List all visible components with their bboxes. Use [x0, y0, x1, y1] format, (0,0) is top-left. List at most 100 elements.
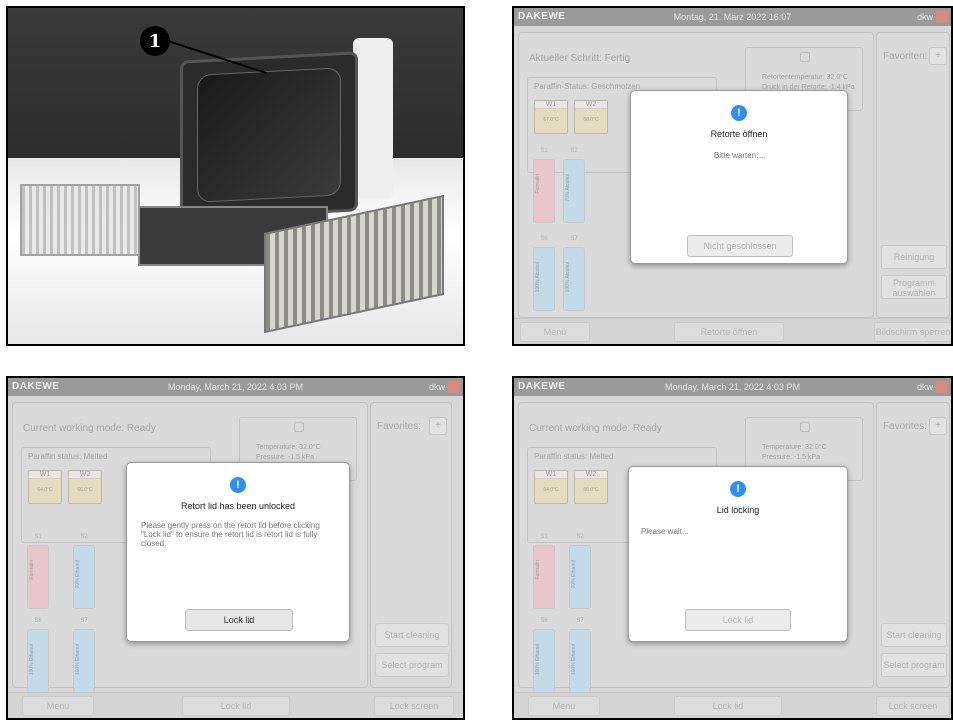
- menu-button[interactable]: Menu: [22, 696, 94, 716]
- reagent-bottle-s6[interactable]: S6 100% Alcohol: [533, 236, 555, 311]
- favorites-label: Favoriten:: [883, 51, 928, 62]
- reagent-bottle-s2[interactable]: S2 70% Ethanol: [569, 534, 591, 609]
- lid-unlocked-dialog: ! Retort lid has been unlocked Please ge…: [126, 462, 350, 642]
- wax-bath-w1[interactable]: W1 64.0°C: [28, 470, 62, 504]
- logout-icon[interactable]: [448, 381, 460, 393]
- bottle-reagent: 100% Alcohol: [565, 262, 571, 293]
- select-program-button[interactable]: Select program: [375, 653, 449, 677]
- wax-bath-w2[interactable]: W2 66.0°C: [574, 470, 608, 504]
- cassette-basket-left: [20, 184, 140, 256]
- top-bar: DAKEWE Monday, March 21, 2022 4:03 PM dk…: [514, 378, 951, 396]
- start-cleaning-button[interactable]: Reinigung starten: [881, 245, 947, 284]
- wax-bath-w1[interactable]: W1 64.0°C: [534, 470, 568, 504]
- bottle-reagent: 70% Alcohol: [565, 174, 571, 202]
- dialog-message: Please wait...: [641, 527, 689, 536]
- open-retort-button[interactable]: Retorte öffnen: [674, 322, 784, 342]
- lid-locking-dialog: ! Lid locking Please wait... Lock lid: [628, 466, 848, 642]
- user-name: dkw: [916, 382, 933, 392]
- bottle-reagent: Formalin: [535, 174, 541, 194]
- menu-button[interactable]: Menü: [520, 322, 590, 342]
- retort-photo: 1: [6, 6, 465, 346]
- start-cleaning-button[interactable]: Start cleaning: [375, 623, 449, 647]
- wax-temp: 64.0°C: [37, 487, 53, 493]
- logout-icon[interactable]: [936, 381, 948, 393]
- retort-temperature: Temperature: 32.0°C: [256, 444, 321, 451]
- working-mode: Current working mode: Ready: [529, 423, 662, 434]
- reagent-bottle-s7[interactable]: S7 100% Alcohol: [563, 236, 585, 311]
- bottle-reagent: 100% Alcohol: [535, 262, 541, 293]
- screen-lid-unlocked: DAKEWE Monday, March 21, 2022 4:03 PM dk…: [6, 376, 465, 720]
- working-mode: Aktueller Schritt: Fertig: [529, 53, 631, 64]
- lock-lid-button[interactable]: Lock lid: [185, 609, 293, 631]
- menu-button[interactable]: Menu: [528, 696, 600, 716]
- reagent-bottle-s2[interactable]: S2 70% Ethanol: [73, 534, 95, 609]
- wax-bath-w2[interactable]: W2 68.0°C: [574, 100, 608, 134]
- dialog-message: Please gently press on the retort lid be…: [141, 521, 320, 548]
- bottle-reagent: 100% Ethanol: [571, 644, 577, 676]
- wax-bath-w2[interactable]: W2 66.0°C: [68, 470, 102, 504]
- retort-temperature: Temperature: 32.0°C: [762, 444, 827, 451]
- select-program-line2: auswählen: [892, 288, 936, 298]
- lock-lid-footer-button[interactable]: Lock lid: [674, 696, 782, 716]
- wax-temp: 66.0°C: [583, 487, 599, 493]
- reagent-bottle-s7[interactable]: S7 100% Ethanol: [73, 618, 95, 693]
- retort-temperature: Retortentemperatur: 32.0°C: [762, 74, 849, 81]
- wax-temp: 64.0°C: [543, 487, 559, 493]
- bottle-reagent: 100% Ethanol: [75, 644, 81, 676]
- datetime: Monday, March 21, 2022 4:03 PM: [168, 382, 303, 392]
- reagent-bottle-s2[interactable]: S2 70% Alcohol: [563, 148, 585, 223]
- dialog-title: Retorte öffnen: [710, 129, 768, 139]
- lock-screen-button[interactable]: Lock screen: [374, 696, 454, 716]
- reagent-bottle-s6[interactable]: S6 100% Ethanol: [533, 618, 555, 693]
- not-closed-button[interactable]: Nicht geschlossen: [687, 235, 793, 257]
- bottle-label: S6: [540, 618, 548, 624]
- datetime: Monday, March 21, 2022 4:03 PM: [665, 382, 800, 392]
- wax-label: W1: [535, 101, 567, 109]
- bottle-label: S2: [80, 534, 88, 540]
- lock-lid-button[interactable]: Lock lid: [685, 609, 791, 631]
- bottle-label: S2: [570, 148, 578, 154]
- paraffin-status: Paraffin status: Melted: [534, 452, 614, 461]
- bottle-reagent: Formalin: [29, 560, 35, 580]
- favorites-label: Favorites:: [883, 421, 927, 432]
- bottle-reagent: 70% Ethanol: [571, 560, 577, 589]
- start-cleaning-button[interactable]: Start cleaning: [881, 623, 947, 647]
- bottle-reagent: 100% Ethanol: [535, 644, 541, 676]
- dialog-title: Retort lid has been unlocked: [180, 501, 296, 511]
- wax-temp: 68.0°C: [583, 117, 599, 123]
- retort-lid: [180, 51, 358, 221]
- user-name: dkw: [916, 12, 933, 22]
- lock-screen-button[interactable]: Bildschirm sperren: [874, 322, 951, 342]
- bottle-label: S2: [576, 534, 584, 540]
- reagent-bottle-s1[interactable]: S1 Formalin: [27, 534, 49, 609]
- lock-icon: [800, 422, 810, 432]
- bottle-label: S7: [80, 618, 88, 624]
- info-icon: !: [730, 481, 746, 497]
- add-favorite-button[interactable]: +: [929, 47, 947, 65]
- reagent-bottle-s6[interactable]: S6 100% Ethanol: [27, 618, 49, 693]
- footer: Menü Retorte öffnen Bildschirm sperren: [514, 318, 951, 344]
- lock-lid-footer-button[interactable]: Lock lid: [182, 696, 290, 716]
- reagent-bottle-s7[interactable]: S7 100% Ethanol: [569, 618, 591, 693]
- logout-icon[interactable]: [936, 11, 948, 23]
- select-program-button[interactable]: Select program: [881, 653, 947, 677]
- working-mode: Current working mode: Ready: [23, 423, 156, 434]
- wax-label: W2: [575, 101, 607, 109]
- wax-bath-w1[interactable]: W1 67.0°C: [534, 100, 568, 134]
- top-bar: DAKEWE Montag, 21. März 2022 16:07 dkw: [514, 8, 951, 26]
- lock-screen-button[interactable]: Lock screen: [876, 696, 950, 716]
- paraffin-status: Paraffin status: Melted: [28, 452, 108, 461]
- reagent-bottle-s1[interactable]: S1 Formalin: [533, 148, 555, 223]
- wax-label: W2: [575, 471, 607, 479]
- instrument-housing: [353, 38, 393, 198]
- reagent-bottle-s1[interactable]: S1 Formalin: [533, 534, 555, 609]
- wax-label: W2: [69, 471, 101, 479]
- add-favorite-button[interactable]: +: [929, 417, 947, 435]
- retort-pressure: Pressure: -1.5 kPa: [762, 454, 820, 461]
- bottle-label: S7: [576, 618, 584, 624]
- wax-label: W1: [29, 471, 61, 479]
- side-pane: Favorites: + Start cleaning Select progr…: [370, 402, 452, 688]
- info-icon: !: [230, 477, 246, 493]
- select-program-button[interactable]: Programm auswählen: [881, 275, 947, 299]
- add-favorite-button[interactable]: +: [429, 417, 447, 435]
